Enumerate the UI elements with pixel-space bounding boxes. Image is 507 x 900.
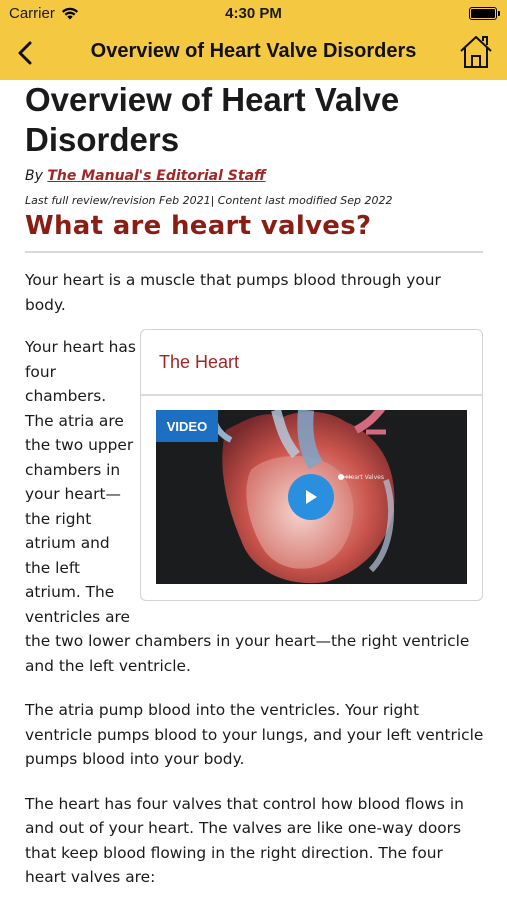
- battery-icon: [469, 7, 500, 20]
- media-card[interactable]: The Heart VIDEO Heart Valves: [140, 329, 483, 601]
- top-bar: Carrier 4:30 PM Overview of Heart Valve …: [0, 0, 507, 80]
- media-card-divider: [141, 394, 482, 396]
- navigation-bar: Overview of Heart Valve Disorders: [0, 28, 507, 80]
- section-divider: [25, 251, 483, 253]
- video-label: Heart Valves: [346, 474, 384, 481]
- section-heading: What are heart valves?: [25, 211, 372, 241]
- media-card-title: The Heart: [159, 352, 240, 372]
- status-time: 4:30 PM: [225, 5, 282, 22]
- chambers-block: Your heart has four chambers. The atria …: [25, 329, 485, 629]
- review-date: Last full review/revision Feb 2021| Cont…: [25, 194, 393, 207]
- byline-prefix: By: [25, 168, 43, 184]
- video-badge: VIDEO: [156, 410, 218, 442]
- paragraph-1: Your heart is a muscle that pumps blood …: [25, 271, 441, 314]
- status-bar: Carrier 4:30 PM: [0, 0, 507, 28]
- nav-title: Overview of Heart Valve Disorders: [90, 40, 417, 62]
- page-title: Overview of Heart Valve Disorders: [25, 81, 400, 158]
- home-button[interactable]: [457, 33, 495, 71]
- play-button[interactable]: [288, 474, 334, 520]
- paragraph-2-wrapped: Your heart has four chambers. The atria …: [25, 338, 136, 626]
- paragraph-4: The heart has four valves that control h…: [25, 794, 464, 887]
- video-thumbnail[interactable]: VIDEO Heart Valves: [156, 410, 467, 584]
- article-content: Overview of Heart Valve Disorders By The…: [25, 80, 485, 890]
- author-link[interactable]: The Manual's Editorial Staff: [47, 168, 265, 184]
- paragraph-3: The atria pump blood into the ventricles…: [25, 701, 484, 768]
- play-icon: [306, 490, 317, 504]
- paragraph-2-continued: the two lower chambers in your heart—the…: [25, 632, 470, 675]
- chevron-left-icon: [18, 41, 32, 65]
- home-icon: [460, 36, 492, 68]
- byline: By The Manual's Editorial Staff: [25, 168, 485, 184]
- back-button[interactable]: [10, 36, 40, 70]
